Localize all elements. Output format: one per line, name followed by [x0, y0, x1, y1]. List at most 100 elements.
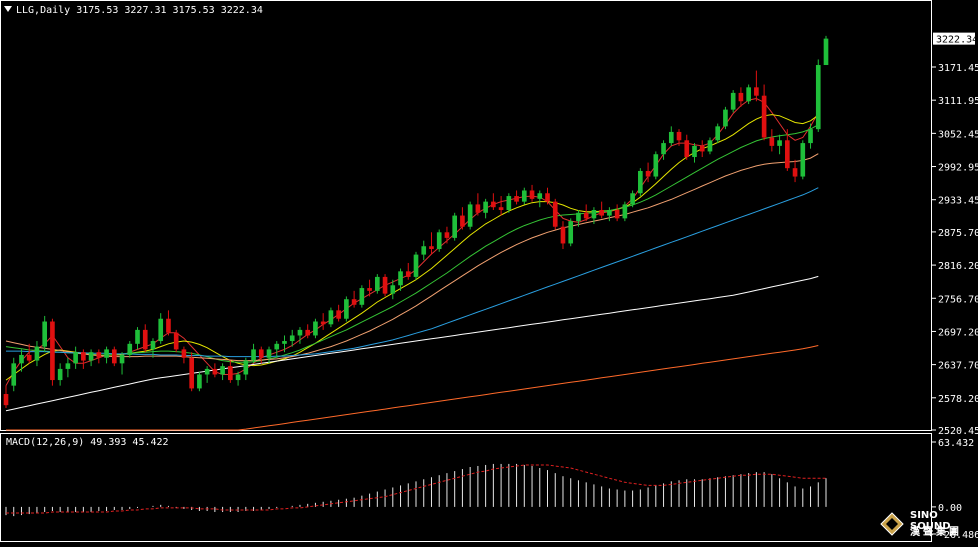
candle-body — [645, 170, 651, 177]
candle-body — [661, 143, 666, 155]
candle-body — [460, 215, 465, 227]
candle-body — [313, 321, 318, 336]
price-axis-label: 2933.45 — [938, 196, 978, 207]
candle-body — [668, 131, 674, 144]
candle-body — [173, 332, 179, 350]
candle-body — [73, 352, 78, 364]
candle-body — [81, 352, 86, 361]
price-axis-label: 2637.70 — [938, 361, 978, 372]
candle-body — [723, 109, 728, 127]
candle-body — [189, 357, 194, 389]
candle-body — [583, 212, 589, 219]
candle-body — [96, 352, 102, 358]
candle-body — [336, 310, 341, 319]
candle-body — [204, 368, 210, 375]
candle-body — [576, 212, 581, 222]
candle-body — [297, 329, 303, 336]
candle-body — [351, 299, 357, 305]
candle-body — [359, 288, 365, 305]
price-axis-label: 3052.45 — [938, 129, 978, 140]
macd-label: MACD(12,26,9) 49.393 45.422 — [6, 437, 169, 448]
candle-body — [746, 87, 751, 102]
ohlc-label: 3175.53 3227.31 3175.53 3222.34 — [76, 5, 263, 16]
candle-body — [26, 354, 32, 361]
moving-average-line — [5, 275, 819, 412]
candle-body — [444, 232, 450, 238]
candle-body — [3, 394, 9, 406]
candle-body — [638, 170, 643, 194]
candle-body — [19, 354, 24, 364]
candle-body — [777, 140, 782, 146]
candle-body — [800, 143, 806, 177]
price-axis-label: 2875.70 — [938, 228, 978, 239]
candle-body — [375, 276, 380, 291]
candle-body — [119, 354, 125, 364]
price-axis-label: 2520.45 — [938, 426, 978, 437]
candle-body — [653, 154, 659, 177]
macd-panel-frame — [0, 433, 932, 542]
candle-body — [792, 168, 798, 177]
candle-body — [57, 368, 63, 381]
dropdown-triangle-icon[interactable] — [4, 6, 12, 12]
candle-body — [785, 140, 790, 169]
diamond-logo-icon — [880, 512, 904, 536]
candle-body — [552, 201, 558, 227]
candle-body — [34, 346, 40, 361]
chart-canvas[interactable]: 3171.45 3111.95 3052.45 2992.95 2933.45 2875.… — [0, 0, 978, 543]
candle-body — [228, 366, 233, 381]
candle-body — [521, 190, 527, 202]
candle-body — [305, 329, 311, 336]
candle-body — [220, 366, 225, 375]
candle-body — [599, 209, 604, 216]
candle-body — [413, 254, 419, 277]
candle-body — [436, 232, 442, 250]
candle-body — [421, 246, 427, 255]
candle-body — [367, 288, 372, 291]
candle-body — [607, 209, 612, 216]
candle-body — [498, 207, 504, 210]
candle-body — [506, 196, 512, 210]
candle-body — [622, 204, 628, 219]
candle-body — [135, 329, 140, 344]
candle-body — [150, 341, 156, 350]
candle-body — [390, 285, 396, 294]
moving-average-line — [5, 97, 819, 386]
candle-body — [50, 321, 55, 381]
candle-body — [11, 363, 17, 386]
candle-body — [111, 349, 117, 364]
candle-body — [274, 343, 280, 350]
candle-body — [282, 341, 287, 344]
candle-body — [320, 321, 326, 325]
moving-average-line — [6, 345, 819, 431]
candle-body — [405, 271, 411, 277]
candle-body — [769, 137, 775, 146]
candle-body — [328, 310, 334, 325]
chart-window: 3171.45 3111.95 3052.45 2992.95 2933.45 2875.… — [0, 0, 978, 543]
candle-body — [235, 374, 241, 381]
candle-body — [104, 349, 109, 358]
candle-body — [88, 352, 94, 361]
candle-body — [42, 321, 47, 347]
candle-body — [212, 368, 218, 375]
candle-body — [823, 38, 829, 66]
candle-body — [684, 140, 690, 158]
candle-body — [808, 129, 813, 144]
candle-body — [452, 215, 457, 238]
candle-body — [707, 140, 713, 152]
price-axis-label: 2756.70 — [938, 294, 978, 305]
candle-body — [382, 276, 388, 294]
price-axis-label: 2697.20 — [938, 327, 978, 338]
current-price-label: 3222.34 — [936, 35, 978, 46]
candle-body — [258, 349, 264, 358]
moving-average-line — [5, 124, 819, 363]
candle-body — [568, 221, 574, 244]
candle-body — [197, 374, 202, 389]
candle-body — [754, 87, 759, 96]
candle-body — [676, 131, 682, 141]
candle-body — [344, 299, 349, 319]
candle-body — [715, 126, 721, 141]
candle-body — [429, 246, 434, 250]
candle-body — [158, 318, 164, 342]
price-axis-label: 2816.20 — [938, 261, 978, 272]
symbol-label: LLG,Daily — [16, 5, 71, 16]
